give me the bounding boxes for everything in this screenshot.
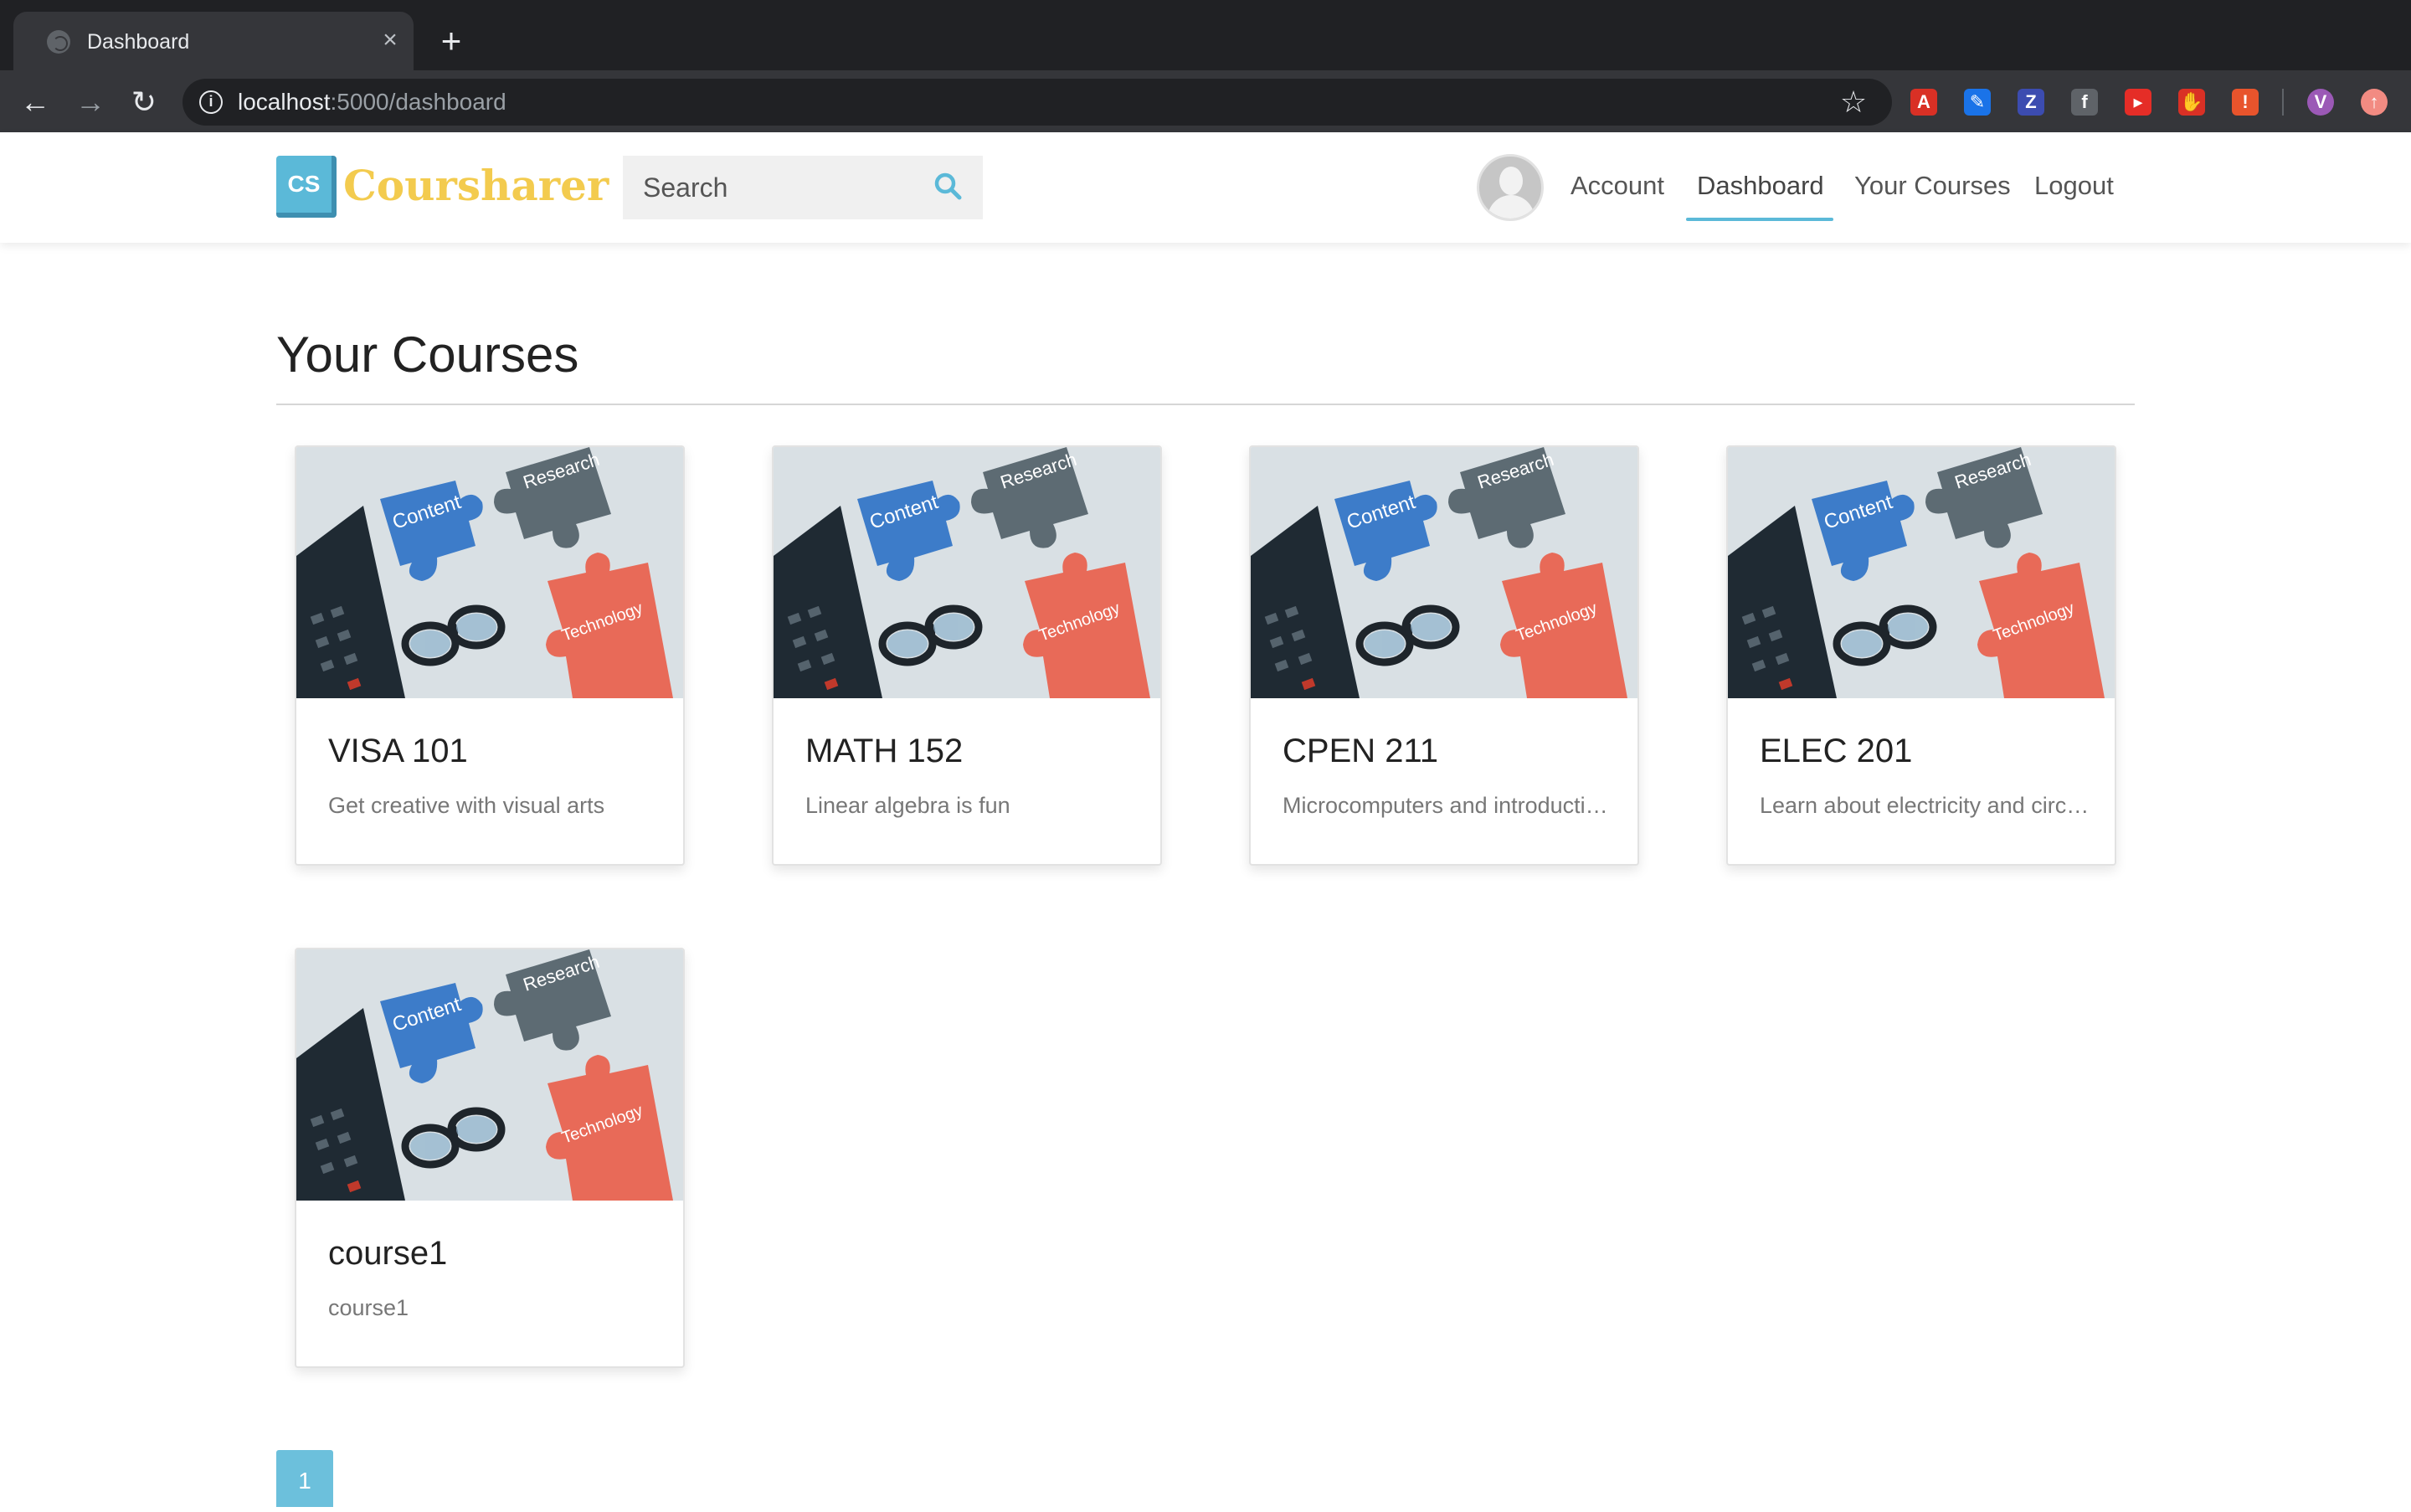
address-bar[interactable]: i localhost:5000/dashboard ☆ [182,79,1892,126]
course-card-4[interactable]: Content Research Technology course1 cour… [295,948,685,1368]
nav-link-logout[interactable]: Logout [2034,169,2114,203]
course-thumbnail-image[interactable]: Content Research Technology [774,447,1160,698]
update-extension-icon[interactable]: ↑ [2361,89,2388,116]
search-icon[interactable] [933,171,963,201]
new-tab-button[interactable]: + [435,23,467,59]
course-description: Linear algebra is fun [805,793,1010,818]
nav-link-your-courses[interactable]: Your Courses [1854,169,2011,203]
close-icon[interactable]: × [377,27,404,54]
page-title: Your Courses [276,327,579,383]
reload-icon[interactable]: ↻ [126,84,162,121]
highlighter-extension-icon[interactable]: ✎ [1964,89,1991,116]
course-thumbnail-image[interactable]: Content Research Technology [296,447,683,698]
search-input[interactable] [623,156,983,219]
course-thumbnail-image[interactable]: Content Research Technology [1251,447,1637,698]
course-thumbnail-image[interactable]: Content Research Technology [296,949,683,1201]
active-nav-indicator [1686,218,1833,221]
back-arrow-icon[interactable]: ← [17,84,54,121]
toolbar-separator [2282,89,2284,116]
profile-avatar-icon[interactable]: V [2307,89,2334,116]
globe-icon [47,30,70,54]
acrobat-extension-icon[interactable]: A [1910,89,1937,116]
browser-tab-strip: Dashboard × + [0,0,2411,70]
course-title[interactable]: ELEC 201 [1760,730,1912,772]
zotero-extension-icon[interactable]: Z [2018,89,2044,116]
course-thumbnail-image[interactable]: Content Research Technology [1728,447,2115,698]
title-divider [276,404,2135,405]
avatar[interactable] [1477,154,1544,221]
url-text[interactable]: localhost:5000/dashboard [238,89,506,116]
nav-link-dashboard[interactable]: Dashboard [1697,169,1824,203]
browser-toolbar: ← → ↻ i localhost:5000/dashboard ☆ A ✎ Zf ▸… [0,70,2411,132]
course-card-1[interactable]: Content Research Technology MATH 152 Lin… [772,445,1162,866]
adblock-extension-icon[interactable]: ✋ [2178,89,2205,116]
course-description: Get creative with visual arts [328,793,605,818]
nav-link-account[interactable]: Account [1570,169,1664,203]
course-title[interactable]: CPEN 211 [1283,730,1438,772]
pagination-page-1[interactable]: 1 [276,1450,333,1507]
course-card-2[interactable]: Content Research Technology CPEN 211 Mic… [1249,445,1639,866]
course-card-3[interactable]: Content Research Technology ELEC 201 Lea… [1726,445,2116,866]
browser-tab-active[interactable]: Dashboard × [13,12,414,70]
facebook-extension-icon[interactable]: f [2071,89,2098,116]
course-title[interactable]: VISA 101 [328,730,468,772]
info-icon[interactable]: i [199,90,223,114]
logo-icon[interactable]: CS [276,156,337,218]
app-navbar: CS Coursharer Account Dashboard Your Cou… [0,132,2411,243]
course-card-0[interactable]: Content Research Technology VISA 101 Get… [295,445,685,866]
bookmark-star-icon[interactable]: ☆ [1837,85,1870,119]
tab-title: Dashboard [87,30,190,54]
course-description: Learn about electricity and circuits [1760,793,2091,818]
logo-text[interactable]: Coursharer [343,161,609,211]
alert-extension-icon[interactable]: ! [2232,89,2259,116]
course-title[interactable]: course1 [328,1232,447,1274]
youtube-extension-icon[interactable]: ▸ [2125,89,2151,116]
course-description: course1 [328,1295,409,1320]
course-title[interactable]: MATH 152 [805,730,963,772]
forward-arrow-icon[interactable]: → [72,84,109,121]
course-description: Microcomputers and introduction to compu… [1283,793,1614,818]
